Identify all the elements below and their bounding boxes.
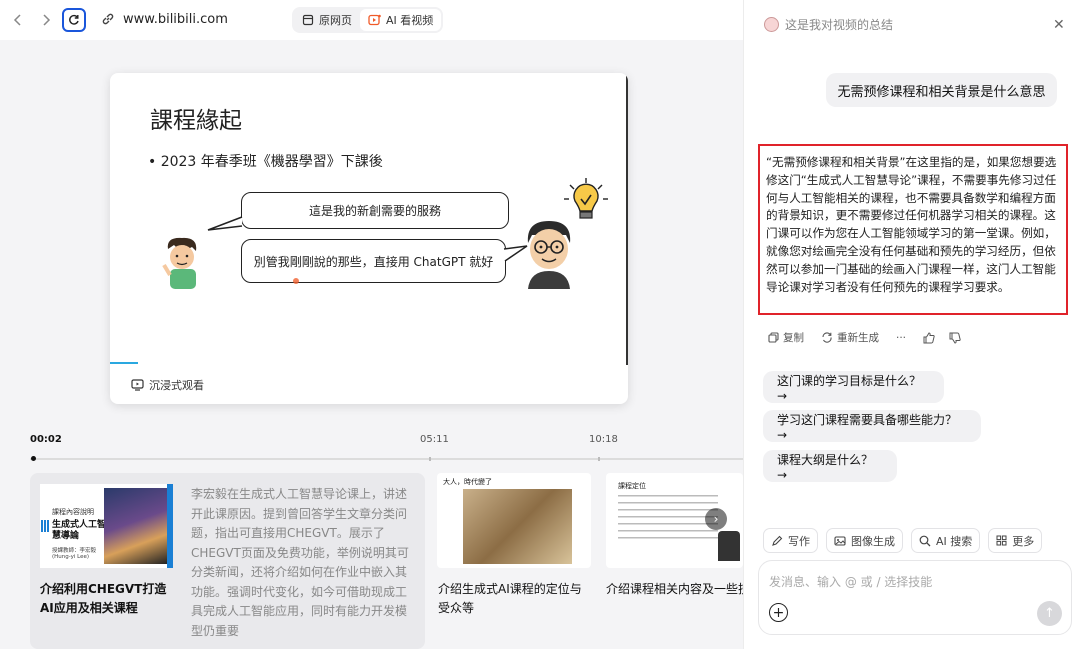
app-root: www.bilibili.com 原网页 AI 看视频 課程緣起 • 2023 … (0, 0, 1080, 649)
more-tools-label: 更多 (1012, 534, 1035, 548)
immersive-view-button[interactable]: 沉浸式观看 (131, 377, 204, 393)
video-frame[interactable]: 課程緣起 • 2023 年春季班《機器學習》下課後 這是我的新創需要的服務 別管… (110, 73, 628, 404)
add-attachment-icon[interactable]: + (769, 603, 788, 622)
link-icon (101, 11, 115, 30)
ai-summary-panel: 这是我对视频的总结 ✕ 无需预修课程和相关背景是什么意思 “无需预修课程和相关背… (743, 0, 1080, 649)
reload-icon[interactable] (62, 8, 86, 32)
panel-header: 这是我对视频的总结 (764, 16, 893, 33)
chapter-thumb-1[interactable]: 課程內容說明 生成式人工智慧導論 授課教師：李宏毅 (Hung-yi Lee) (40, 484, 173, 568)
thumb1-image (104, 488, 167, 564)
chapter-thumb-2[interactable]: 大人，時代變了 (437, 473, 591, 568)
url-text[interactable]: www.bilibili.com (123, 12, 228, 27)
regenerate-button[interactable]: 重新生成 (821, 330, 879, 345)
thumb1-sub: 授課教師：李宏毅 (52, 548, 97, 554)
ai-search-tool-button[interactable]: AI 搜索 (911, 528, 981, 553)
ai-video-icon (368, 14, 381, 26)
thumb3-figure (718, 531, 740, 561)
timeline-mark-2: 10:18 (589, 434, 618, 445)
suggestion-3[interactable]: 课程大纲是什么？ → (763, 450, 897, 482)
pen-icon (772, 535, 783, 546)
speech-bubble-2: 別管我剛剛說的那些，直接用 ChatGPT 就好 (241, 239, 506, 283)
thumb3-label: 課程定位 (618, 482, 646, 490)
timeline-playhead[interactable] (31, 456, 36, 461)
thumb2-label: 大人，時代變了 (443, 478, 492, 486)
answer-actions: 复制 重新生成 ··· (768, 330, 978, 345)
send-icon[interactable]: ↑ (1037, 601, 1062, 626)
suggestion-1[interactable]: 这门课的学习目标是什么？ → (763, 371, 944, 403)
forward-icon[interactable] (34, 8, 58, 32)
immersive-label: 沉浸式观看 (149, 379, 204, 392)
slide-bullet: • 2023 年春季班《機器學習》下課後 (148, 154, 383, 170)
screen-icon (131, 379, 144, 391)
slide-progress (110, 362, 138, 364)
image-icon (834, 535, 846, 546)
view-mode-switch: 原网页 AI 看视频 (292, 7, 444, 33)
tab-original-label: 原网页 (319, 14, 352, 27)
more-options-button[interactable]: ··· (896, 332, 906, 344)
speech-bubble-1: 這是我的新創需要的服務 (241, 192, 509, 229)
timeline-current-time: 00:02 (30, 434, 62, 445)
page-icon (302, 14, 314, 26)
more-dots-icon: ··· (896, 331, 907, 344)
chevron-right-icon[interactable]: › (705, 508, 727, 530)
thumb1-bars (41, 520, 49, 532)
tab-ai-watch[interactable]: AI 看视频 (360, 9, 442, 31)
cursor-dot (293, 278, 299, 284)
browser-toolbar: www.bilibili.com 原网页 AI 看视频 (0, 0, 743, 40)
search-icon (919, 535, 931, 546)
assistant-avatar (764, 17, 779, 32)
teacher-cartoon (527, 221, 571, 289)
chapter-2-title: 介绍生成式AI课程的定位与受众等 (438, 582, 582, 615)
thumb2-image (463, 489, 572, 564)
copy-icon (768, 332, 779, 343)
image-gen-tool-button[interactable]: 图像生成 (826, 528, 903, 553)
skill-toolbar: 写作 图像生成 AI 搜索 更多 (763, 528, 1043, 553)
refresh-icon (822, 332, 832, 343)
regenerate-label: 重新生成 (837, 332, 879, 344)
close-icon[interactable]: ✕ (1053, 17, 1065, 33)
bubble-tail-1 (207, 216, 243, 231)
writing-tool-label: 写作 (788, 534, 810, 548)
timeline-tick (598, 457, 600, 461)
copy-label: 复制 (783, 332, 804, 344)
ai-search-tool-label: AI 搜索 (936, 534, 973, 548)
slide-edge (626, 73, 628, 365)
message-input-box[interactable]: 发消息、输入 @ 或 / 选择技能 + ↑ (758, 560, 1072, 635)
thumb3-text-lines (618, 495, 718, 543)
timeline-track[interactable] (30, 458, 743, 460)
chapter-1-title: 介绍利用CHEGVT打造AI应用及相关课程 (40, 582, 167, 615)
grid-icon (996, 535, 1007, 546)
thumbs-down-icon[interactable] (949, 332, 961, 344)
suggestion-2[interactable]: 学习这门课程需要具备哪些能力？ → (763, 410, 981, 442)
timeline-tick (429, 457, 431, 461)
message-input-placeholder[interactable]: 发消息、输入 @ 或 / 选择技能 (769, 573, 932, 590)
tab-ai-label: AI 看视频 (386, 14, 434, 27)
thumb1-sub2: (Hung-yi Lee) (52, 554, 90, 560)
slide-title: 課程緣起 (150, 108, 242, 134)
copy-button[interactable]: 复制 (768, 330, 804, 345)
panel-header-text: 这是我对视频的总结 (785, 18, 894, 32)
thumb1-label: 課程內容說明 (52, 508, 94, 516)
thumbs-up-icon[interactable] (923, 331, 935, 344)
student-cartoon (162, 237, 197, 289)
chapter-3-title: 介绍课程相关内容及一些技术概念 (606, 582, 743, 596)
back-icon[interactable] (6, 8, 30, 32)
assistant-answer: “无需预修课程和相关背景”在这里指的是，如果您想要选修这门“生成式人工智慧导论”… (758, 144, 1068, 315)
writing-tool-button[interactable]: 写作 (763, 528, 818, 553)
chapter-1-description: 李宏毅在生成式人工智慧导论课上，讲述开此课原因。提到曾回答学生文章分类问题，指出… (191, 487, 409, 638)
tab-original-page[interactable]: 原网页 (294, 9, 360, 31)
timeline-mark-1: 05:11 (420, 434, 449, 445)
user-message: 无需预修课程和相关背景是什么意思 (826, 73, 1057, 107)
image-gen-tool-label: 图像生成 (851, 534, 895, 548)
thumb1-title: 生成式人工智慧導論 (52, 520, 107, 541)
more-tools-button[interactable]: 更多 (988, 528, 1043, 553)
